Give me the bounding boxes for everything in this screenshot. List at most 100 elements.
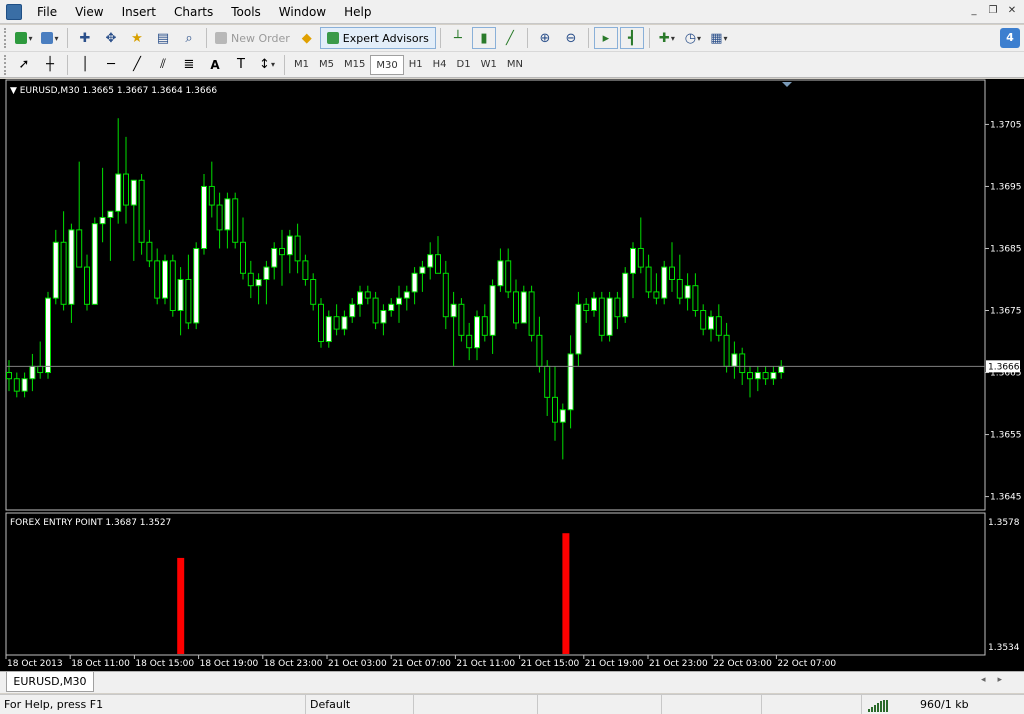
- trendline-icon[interactable]: ╱: [125, 54, 149, 76]
- restore-icon[interactable]: ❐: [985, 4, 1001, 18]
- candle-body-bear: [6, 372, 12, 380]
- chart-shift-icon[interactable]: ┫: [619, 27, 644, 49]
- toolbar-grip[interactable]: [4, 28, 8, 48]
- time-tick-label: 21 Oct 07:00: [392, 659, 451, 669]
- candle-body-bear: [653, 291, 660, 299]
- candle-body-bear: [310, 278, 317, 305]
- candle-body-bull: [286, 235, 293, 256]
- chart-menu-arrow-icon[interactable]: ▼: [10, 86, 20, 96]
- new-order-icon: [215, 32, 227, 44]
- fibonacci-icon[interactable]: ≣: [177, 54, 201, 76]
- chart-shift-marker-icon[interactable]: [782, 82, 792, 87]
- timeframe-mn[interactable]: MN: [502, 55, 528, 75]
- candle-body-bear: [723, 334, 730, 367]
- candle-body-bull: [661, 266, 668, 299]
- bar-chart-icon[interactable]: ┴: [446, 27, 470, 49]
- menu-help[interactable]: Help: [335, 0, 380, 24]
- candle-body-bull: [411, 272, 418, 293]
- terminal-icon[interactable]: ▤: [151, 27, 175, 49]
- timeframe-m30[interactable]: M30: [370, 54, 404, 75]
- navigator-crosshair-icon[interactable]: ✥: [99, 27, 123, 49]
- close-icon[interactable]: ✕: [1004, 4, 1020, 18]
- candle-body-bear: [138, 179, 145, 243]
- periods-clock-icon[interactable]: ◷: [681, 27, 705, 49]
- candle-body-bull: [575, 303, 582, 355]
- templates-icon[interactable]: ▦: [707, 27, 731, 49]
- text-icon[interactable]: A: [203, 54, 227, 76]
- notifications-badge[interactable]: 4: [1000, 28, 1020, 48]
- candle-body-bull: [162, 260, 168, 299]
- candlestick-chart-icon[interactable]: ▮: [471, 27, 496, 49]
- auto-scroll-icon[interactable]: ▸: [593, 27, 618, 49]
- new-chart-icon[interactable]: [12, 27, 36, 49]
- timeframe-h4[interactable]: H4: [428, 55, 452, 75]
- terminal-window: File View Insert Charts Tools Window Hel…: [0, 0, 1024, 714]
- drawing-toolbar: ➚ ┼ │ ─ ╱ ⫽ ≣ A T ↕ M1 M5 M15 M30 H1 H4 …: [0, 52, 1024, 78]
- equidistant-channel-icon[interactable]: ⫽: [151, 54, 175, 76]
- indicators-icon[interactable]: ✚: [655, 27, 679, 49]
- chart-window[interactable]: 1.3705 1.3695 1.3685 1.3675 1.3665 1.3655 1.36…: [0, 79, 1024, 671]
- horizontal-line-icon[interactable]: ─: [99, 54, 123, 76]
- menu-file[interactable]: File: [28, 0, 66, 24]
- navigator-star-icon[interactable]: ★: [125, 27, 149, 49]
- minimize-icon[interactable]: _: [966, 4, 982, 18]
- arrows-icon[interactable]: ↕: [255, 54, 279, 76]
- menu-tools[interactable]: Tools: [222, 0, 270, 24]
- price-tick-label: 1.3655: [990, 431, 1022, 441]
- new-order-button[interactable]: New Order: [211, 27, 294, 49]
- current-price-label: 1.3666: [988, 362, 1020, 372]
- window-controls: _ ❐ ✕: [966, 4, 1020, 18]
- menu-insert[interactable]: Insert: [113, 0, 165, 24]
- timeframe-w1[interactable]: W1: [476, 55, 502, 75]
- price-tick-label: 1.3675: [990, 307, 1022, 317]
- strategy-tester-icon[interactable]: ⌕: [177, 27, 201, 49]
- candle-body-bull: [255, 278, 262, 287]
- timeframe-m1[interactable]: M1: [289, 55, 314, 75]
- cursor-icon[interactable]: ➚: [12, 54, 36, 76]
- expert-advisors-button[interactable]: Expert Advisors: [319, 27, 436, 49]
- time-tick-label: 18 Oct 15:00: [135, 659, 194, 669]
- connection-status-icon[interactable]: [868, 699, 892, 712]
- price-chart[interactable]: 1.37051.36951.36851.36751.36651.36551.36…: [0, 79, 1024, 671]
- indicator-tick-top: 1.3578: [988, 518, 1020, 528]
- menu-view[interactable]: View: [66, 0, 112, 24]
- status-cell-empty-2: [538, 695, 662, 714]
- timeframe-m5[interactable]: M5: [314, 55, 339, 75]
- menu-charts[interactable]: Charts: [165, 0, 222, 24]
- toolbar-separator: [648, 28, 650, 48]
- profiles-icon[interactable]: [38, 27, 62, 49]
- candle-body-bull: [450, 303, 457, 318]
- time-tick-label: 22 Oct 07:00: [777, 659, 836, 669]
- candle-body-bear: [676, 278, 683, 299]
- timeframe-d1[interactable]: D1: [452, 55, 476, 75]
- candle-body-bear: [739, 353, 746, 374]
- candle-body-bull: [497, 260, 504, 287]
- tab-eurusd-m30[interactable]: EURUSD,M30: [6, 672, 94, 692]
- menu-window[interactable]: Window: [270, 0, 335, 24]
- timeframe-h1[interactable]: H1: [404, 55, 428, 75]
- candle-body-bear: [692, 285, 699, 312]
- app-icon[interactable]: [6, 3, 22, 20]
- toolbar-grip[interactable]: [4, 54, 8, 75]
- candle-body-bear: [544, 365, 551, 398]
- candle-body-bear: [481, 316, 488, 336]
- text-label-icon[interactable]: T: [229, 54, 253, 76]
- crosshair-icon[interactable]: ┼: [38, 54, 62, 76]
- zoom-out-icon[interactable]: ⊖: [559, 27, 583, 49]
- tab-scroll-arrows[interactable]: ◂▸: [981, 675, 1014, 685]
- metaeditor-icon[interactable]: ◆: [295, 27, 319, 49]
- status-bar: For Help, press F1 Default 960/1 kb: [0, 694, 1024, 714]
- market-watch-icon[interactable]: ✚: [73, 27, 97, 49]
- candle-body-bear: [583, 303, 590, 312]
- time-tick-label: 18 Oct 11:00: [71, 659, 130, 669]
- candle-body-bear: [240, 241, 246, 274]
- entry-signal-bar: [562, 533, 570, 654]
- zoom-in-icon[interactable]: ⊕: [533, 27, 557, 49]
- candle-body-bull: [91, 223, 98, 305]
- line-chart-icon[interactable]: ╱: [498, 27, 522, 49]
- candle-body-bear: [466, 334, 473, 349]
- candle-body-bull: [263, 266, 270, 280]
- timeframe-m15[interactable]: M15: [339, 55, 370, 75]
- vertical-line-icon[interactable]: │: [73, 54, 97, 76]
- indicator-window-frame: [5, 512, 986, 656]
